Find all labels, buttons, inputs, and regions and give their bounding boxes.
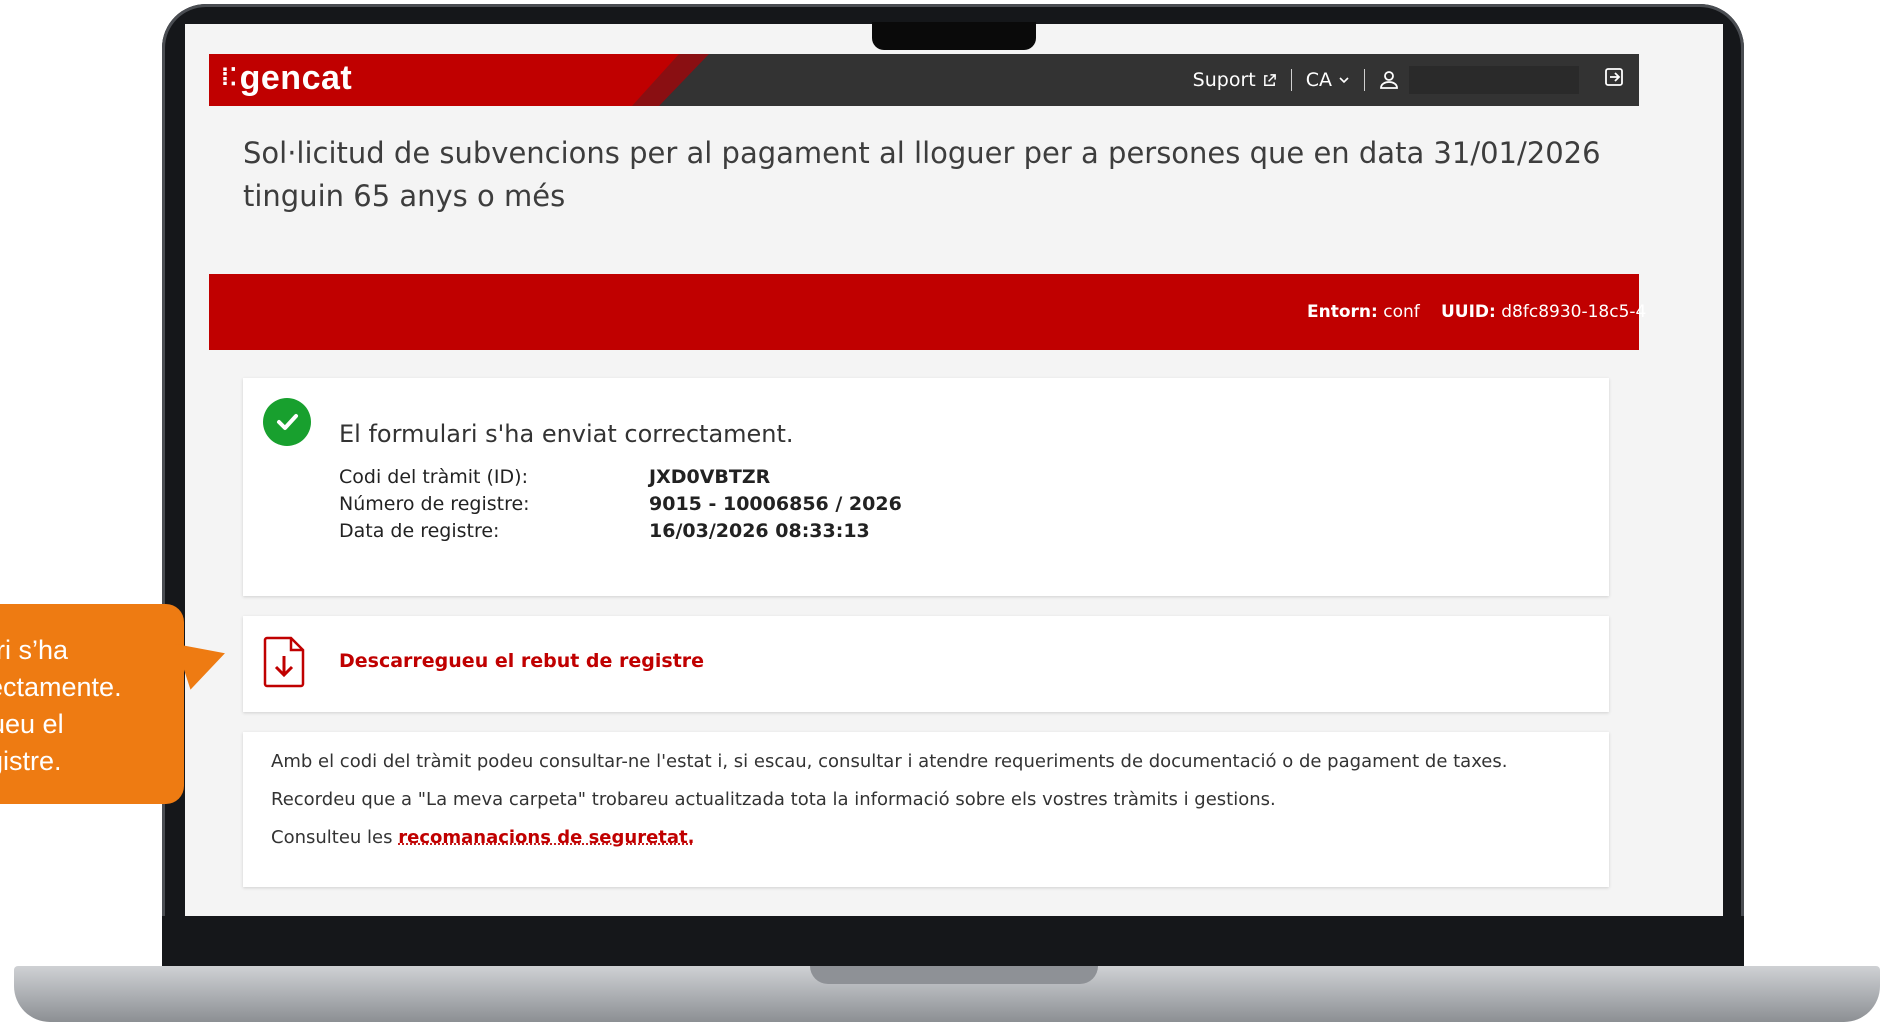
top-bar: ⁞⁚gencat Suport CA [209,54,1639,106]
web-page: ⁞⁚gencat Suport CA Sol·licitud de subven… [209,54,1646,894]
user-menu[interactable] [1365,66,1593,94]
detail-value: JXD0VBTZR [649,466,771,488]
header-nav: Suport CA [1179,54,1639,106]
laptop-bezel [162,916,1744,966]
callout-line: ectamente. [0,672,122,702]
orange-callout: ri s’ha ectamente. ueu el gistre. [0,604,184,804]
detail-label: Data de registre: [339,520,500,542]
info-text-1: Amb el codi del tràmit podeu consultar-n… [271,751,1508,772]
info-text-2: Recordeu que a "La meva carpeta" trobare… [271,789,1276,810]
detail-value: 16/03/2026 08:33:13 [649,520,870,542]
user-icon [1380,71,1398,89]
callout-line: gistre. [0,746,62,776]
laptop-base-notch [810,966,1098,984]
detail-value: 9015 - 10006856 / 2026 [649,493,902,515]
confirmation-card: El formulari s'ha enviat correctament. C… [243,378,1609,596]
chevron-down-icon [1339,77,1349,84]
environment-info: Entorn: conf [1307,302,1420,322]
external-link-icon [1263,73,1276,86]
camera-notch [872,22,1036,50]
info-text-3: Consulteu les recomanacions de seguretat… [271,828,1581,848]
callout-line: ueu el [0,709,64,739]
logout-icon [1605,68,1623,86]
logo-text: gencat [239,59,353,97]
support-label: Suport [1192,69,1256,91]
uuid-label: UUID: [1441,302,1496,322]
logout-button[interactable] [1593,66,1639,94]
download-receipt-link[interactable]: Descarregueu el rebut de registre [339,650,704,672]
laptop-screen: ⁞⁚gencat Suport CA Sol·licitud de subven… [185,24,1723,916]
uuid-info: UUID: d8fc8930-18c5-4 [1441,302,1646,322]
callout-line: ri s’ha [0,635,69,665]
env-value: conf [1383,302,1420,322]
detail-label: Número de registre: [339,493,530,515]
uuid-value: d8fc8930-18c5-4 [1501,302,1647,322]
success-message: El formulari s'ha enviat correctament. [339,420,794,448]
environment-band: Entorn: conf UUID: d8fc8930-18c5-4 [209,274,1646,350]
registration-details: Codi del tràmit (ID): JXD0VBTZR Número de… [339,464,902,545]
language-selector[interactable]: CA [1292,69,1364,91]
support-link[interactable]: Suport [1179,69,1291,91]
detail-row: Codi del tràmit (ID): JXD0VBTZR [339,464,902,491]
download-card: Descarregueu el rebut de registre [243,616,1609,712]
pdf-download-icon[interactable] [263,636,307,688]
security-recommendations-link[interactable]: recomanacions de seguretat. [398,827,694,848]
detail-row: Número de registre: 9015 - 10006856 / 202… [339,491,902,518]
check-circle-icon [263,398,311,446]
logo-dots-icon: ⁞⁚ [221,64,238,91]
info-card: Amb el codi del tràmit podeu consultar-n… [243,732,1609,887]
gencat-logo[interactable]: ⁞⁚gencat [221,59,352,98]
page-title: Sol·licitud de subvencions per al pagame… [243,136,1601,213]
language-label: CA [1305,69,1332,91]
env-label: Entorn: [1307,302,1378,322]
user-name-box [1409,66,1579,94]
detail-label: Codi del tràmit (ID): [339,466,528,488]
info-text-3-prefix: Consulteu les [271,827,393,848]
detail-row: Data de registre: 16/03/2026 08:33:13 [339,518,902,545]
